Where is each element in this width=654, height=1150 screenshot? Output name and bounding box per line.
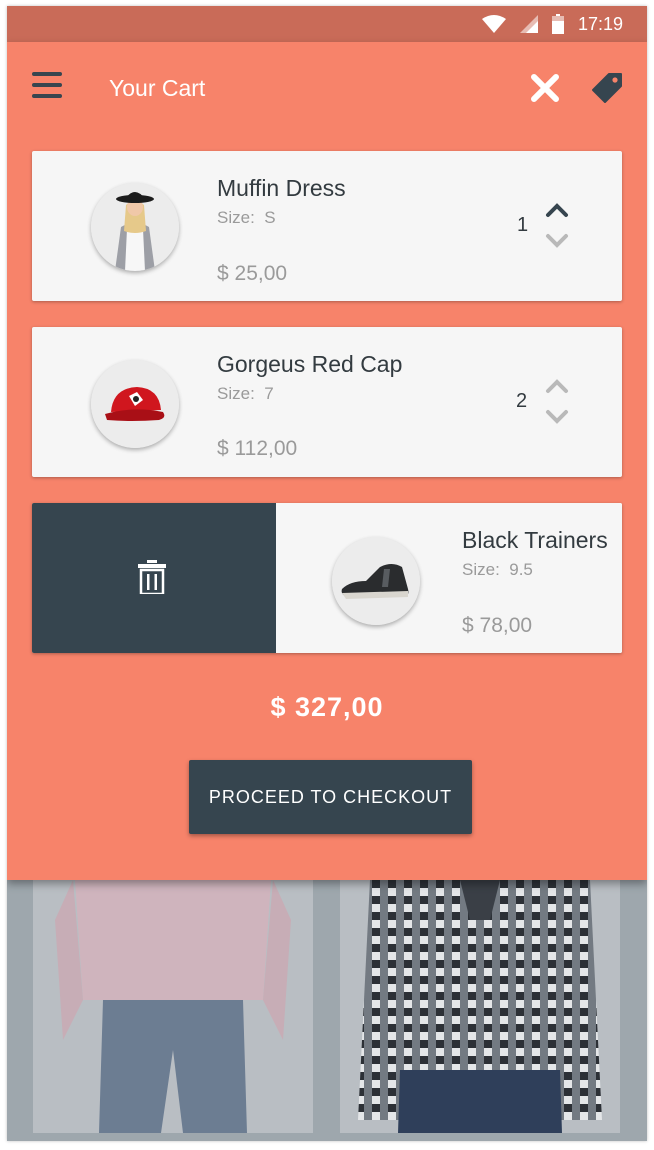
tag-icon[interactable] <box>590 71 624 105</box>
chevron-up-icon[interactable] <box>545 202 569 218</box>
item-price: $ 112,00 <box>217 437 298 460</box>
battery-icon <box>551 14 564 34</box>
item-content: Black Trainers Size: 9.5 $ 78,00 <box>276 503 622 653</box>
checkout-button[interactable]: PROCEED TO CHECKOUT <box>189 760 472 834</box>
chevron-up-icon[interactable] <box>545 378 569 394</box>
size-label: Size: <box>217 208 255 227</box>
product-image-dress <box>91 183 179 271</box>
cart-item[interactable]: Gorgeus Red Cap Size: 7 $ 112,00 2 <box>32 327 622 477</box>
menu-icon[interactable] <box>32 72 62 98</box>
product-image-cap <box>91 360 179 448</box>
size-value: 9.5 <box>509 560 533 579</box>
cart-item-swiped[interactable]: Black Trainers Size: 9.5 $ 78,00 <box>32 503 622 653</box>
item-quantity: 2 <box>516 390 528 412</box>
size-label: Size: <box>217 384 255 403</box>
cart-item[interactable]: Muffin Dress Size: S $ 25,00 1 <box>32 151 622 301</box>
product-grid-background <box>7 880 647 1141</box>
chevron-down-icon[interactable] <box>545 409 569 425</box>
signal-icon <box>519 15 538 33</box>
delete-item-button[interactable] <box>32 503 276 653</box>
status-bar: 17:19 <box>7 6 647 42</box>
item-quantity: 1 <box>517 214 529 236</box>
product-card[interactable] <box>340 880 620 1133</box>
item-price: $ 25,00 <box>217 262 288 285</box>
item-name: Black Trainers <box>462 527 608 553</box>
item-size: Size: 9.5 <box>462 560 533 580</box>
item-name: Muffin Dress <box>217 175 346 201</box>
wifi-icon <box>481 15 506 33</box>
page-title: Your Cart <box>109 75 206 101</box>
item-price: $ 78,00 <box>462 614 533 637</box>
product-image-trainers <box>332 537 420 625</box>
item-size: Size: 7 <box>217 384 274 404</box>
chevron-down-icon[interactable] <box>545 233 569 249</box>
size-value: 7 <box>264 384 274 403</box>
size-value: S <box>264 208 276 227</box>
cart-panel: Your Cart Muffin Dress Size: S $ 25,00 1… <box>7 42 647 880</box>
status-icons: 17:19 <box>481 13 623 35</box>
trash-icon <box>138 560 166 594</box>
app-bar: Your Cart <box>7 42 647 138</box>
phone-screen: 17:19 Your Cart Muffin Dress Size: S $ 2… <box>7 6 647 1141</box>
product-card[interactable] <box>33 880 313 1133</box>
status-time: 17:19 <box>577 13 623 34</box>
close-icon[interactable] <box>529 72 561 104</box>
cart-total: $ 327,00 <box>270 692 384 722</box>
item-size: Size: S <box>217 208 276 228</box>
size-label: Size: <box>462 560 500 579</box>
item-name: Gorgeus Red Cap <box>217 351 403 377</box>
